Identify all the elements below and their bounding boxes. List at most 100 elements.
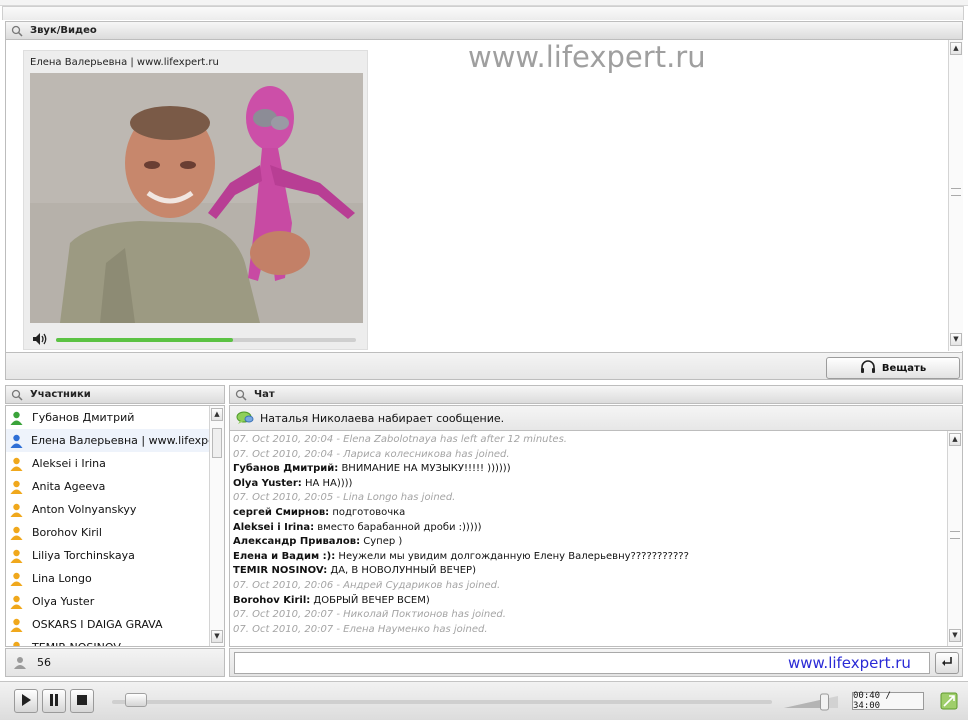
fullscreen-icon[interactable] <box>940 692 958 710</box>
participants-list: Губанов Дмитрий Елена Валерьевна | www.li… <box>5 405 225 647</box>
scroll-thumb[interactable] <box>951 188 961 196</box>
participant-name: TEMIR NOSINOV <box>32 641 121 646</box>
chat-message: Aleksei i Irina: вместо барабанной дроби… <box>233 522 482 533</box>
stop-button[interactable] <box>70 689 94 713</box>
chat-system-message: 07. Oct 2010, 20:07 - Николай Поктионов … <box>233 609 506 621</box>
chat-message: Александр Привалов: Супер ) <box>233 536 402 547</box>
chat-system-message: 07. Oct 2010, 20:04 - Elena Zabolotnaya … <box>233 434 567 445</box>
typing-status-bar: Наталья Николаева набирает сообщение. <box>229 405 963 431</box>
participant-name: Anita Ageeva <box>32 480 106 493</box>
chat-system-message: 07. Oct 2010, 20:06 - Андрей Судариков h… <box>233 580 501 591</box>
chat-author[interactable]: Aleksei i Irina: <box>233 522 314 533</box>
chat-author[interactable]: TEMIR NOSINOV: <box>233 565 327 576</box>
broadcast-label: Вещать <box>881 362 927 374</box>
participant-item[interactable]: OSKARS I DAIGA GRAVA <box>6 613 211 636</box>
scroll-up-button[interactable]: ▲ <box>949 433 961 446</box>
scroll-down-button[interactable]: ▼ <box>950 333 962 346</box>
seek-bar[interactable] <box>112 700 772 704</box>
scroll-up-button[interactable]: ▲ <box>211 408 223 421</box>
chat-message: Olya Yuster: НА НА)))) <box>233 478 352 489</box>
participant-item[interactable]: TEMIR NOSINOV <box>6 636 211 646</box>
av-panel-title: Звук/Видео <box>30 25 97 36</box>
participant-name: Liliya Torchinskaya <box>32 549 135 562</box>
user-icon <box>10 457 24 471</box>
participant-name: OSKARS I DAIGA GRAVA <box>32 618 163 631</box>
user-icon <box>10 434 23 448</box>
scroll-down-button[interactable]: ▼ <box>211 630 223 643</box>
chat-message: Елена и Вадим :): Неужели мы увидим долг… <box>233 551 689 562</box>
av-footer: Вещать <box>5 352 963 380</box>
pause-button[interactable] <box>42 689 66 713</box>
chat-author[interactable]: Александр Привалов: <box>233 536 360 547</box>
player-volume-slider[interactable] <box>784 690 838 712</box>
chat-author[interactable]: Borohov Kiril: <box>233 595 310 606</box>
send-button[interactable] <box>935 652 959 674</box>
user-icon <box>10 503 24 517</box>
participant-item[interactable]: Anita Ageeva <box>6 475 211 498</box>
participant-item[interactable]: Anton Volnyanskyy <box>6 498 211 521</box>
top-frame <box>2 6 964 20</box>
chat-input-bar: www.lifexpert.ru <box>229 648 963 677</box>
scroll-down-button[interactable]: ▼ <box>949 629 961 642</box>
participant-item[interactable]: Губанов Дмитрий <box>6 406 211 429</box>
chat-author[interactable]: Елена и Вадим :): <box>233 551 335 562</box>
play-button[interactable] <box>14 689 38 713</box>
participants-scrollbar[interactable]: ▲ ▼ <box>209 406 224 646</box>
participant-name: Губанов Дмитрий <box>32 411 135 424</box>
chat-author[interactable]: Губанов Дмитрий: <box>233 463 338 474</box>
participant-name: Lina Longo <box>32 572 92 585</box>
chat-author[interactable]: сергей Смирнов: <box>233 507 329 518</box>
participant-item[interactable]: Lina Longo <box>6 567 211 590</box>
collapse-panel-icon[interactable] <box>234 388 248 402</box>
participant-item[interactable]: Borohov Kiril <box>6 521 211 544</box>
chat-text: Неужели мы увидим долгожданную Елену Вал… <box>335 550 689 562</box>
participant-name: Anton Volnyanskyy <box>32 503 137 516</box>
participant-item[interactable]: Liliya Torchinskaya <box>6 544 211 567</box>
chat-text: подготовочка <box>329 507 406 518</box>
participant-name: Aleksei i Irina <box>32 457 106 470</box>
chat-header[interactable]: Чат <box>229 385 963 404</box>
webcam-box: Елена Валерьевна | www.lifexpert.ru <box>23 50 368 350</box>
scroll-up-button[interactable]: ▲ <box>950 42 962 55</box>
collapse-panel-icon[interactable] <box>10 24 24 38</box>
participant-item[interactable]: Aleksei i Irina <box>6 452 211 475</box>
scroll-thumb[interactable] <box>950 531 960 539</box>
chat-text: ВНИМАНИЕ НА МУЗЫКУ!!!!! )))))) <box>338 463 511 475</box>
seek-thumb[interactable] <box>125 693 148 707</box>
chat-message: Borohov Kiril: ДОБРЫЙ ВЕЧЕР ВСЕМ) <box>233 595 430 606</box>
chat-message: Губанов Дмитрий: ВНИМАНИЕ НА МУЗЫКУ!!!!!… <box>233 463 511 474</box>
chat-system-message: 07. Oct 2010, 20:05 - Lina Longo has joi… <box>233 492 456 504</box>
webcam-video[interactable] <box>30 73 363 323</box>
chat-system-message: 07. Oct 2010, 20:07 - Елена Науменко has… <box>233 623 488 635</box>
speaker-icon[interactable] <box>32 332 50 346</box>
participant-name: Borohov Kiril <box>32 526 102 539</box>
time-display: 00:40 / 34:00 <box>852 691 924 711</box>
chat-author[interactable]: Olya Yuster: <box>233 478 302 489</box>
participants-title: Участники <box>30 389 91 400</box>
participants-footer: 56 <box>5 648 225 677</box>
participant-item[interactable]: Елена Валерьевна | www.lifexpert.ru <box>6 429 211 452</box>
collapse-panel-icon[interactable] <box>10 388 24 402</box>
participants-header[interactable]: Участники <box>5 385 225 404</box>
user-icon <box>10 526 24 540</box>
chat-log: 07. Oct 2010, 20:04 - Elena Zabolotnaya … <box>229 431 963 647</box>
volume-slider[interactable] <box>56 338 356 342</box>
play-icon <box>21 693 31 709</box>
user-icon <box>10 411 24 425</box>
participant-name: Olya Yuster <box>32 595 95 608</box>
chat-text: ДА, В НОВОЛУННЫЙ ВЕЧЕР) <box>327 565 476 577</box>
chat-scrollbar[interactable]: ▲ ▼ <box>947 431 962 646</box>
scroll-thumb[interactable] <box>212 428 222 458</box>
user-icon <box>10 549 24 563</box>
participant-item[interactable]: Olya Yuster <box>6 590 211 613</box>
user-icon <box>10 480 24 494</box>
av-panel-header[interactable]: Звук/Видео <box>5 21 963 40</box>
site-watermark: www.lifexpert.ru <box>468 40 706 74</box>
pause-icon <box>49 693 59 709</box>
av-scrollbar[interactable]: ▲ ▼ <box>948 40 963 351</box>
chat-text: ДОБРЫЙ ВЕЧЕР ВСЕМ) <box>310 594 430 606</box>
broadcast-button[interactable]: Вещать <box>826 357 960 379</box>
participant-count: 56 <box>37 656 51 669</box>
chat-message: TEMIR NOSINOV: ДА, В НОВОЛУННЫЙ ВЕЧЕР) <box>233 565 476 576</box>
chat-text: вместо барабанной дроби :))))) <box>314 521 482 533</box>
